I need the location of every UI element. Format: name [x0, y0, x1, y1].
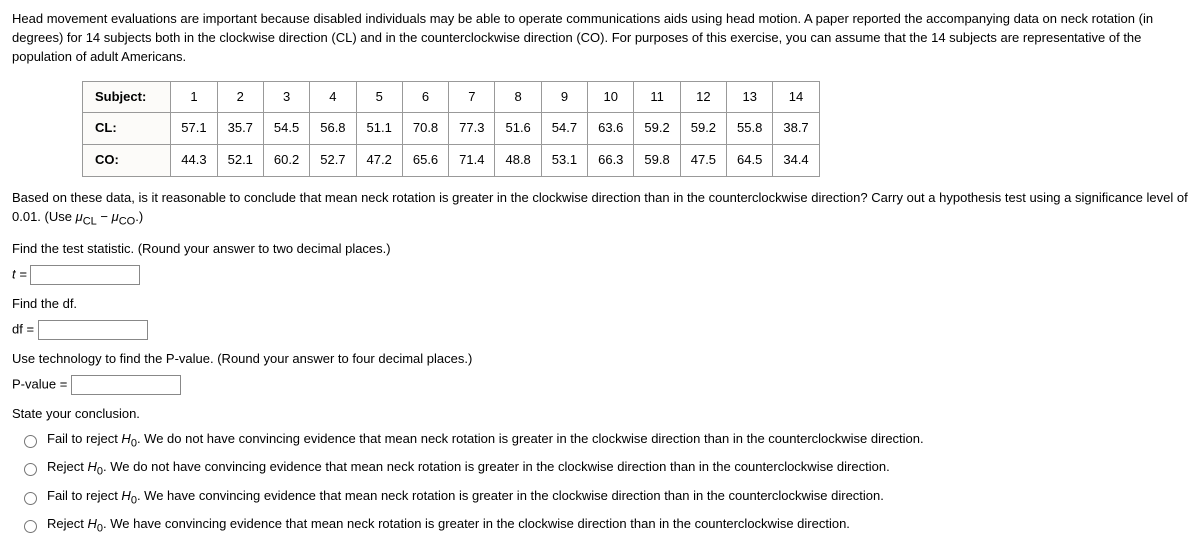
conclusion-choices: Fail to reject H0. We do not have convin…: [24, 430, 1188, 538]
subject-cell: 12: [680, 81, 726, 113]
co-cell: 53.1: [541, 145, 587, 177]
choice-pre: Fail to reject: [47, 488, 121, 503]
find-pvalue-label: Use technology to find the P-value. (Rou…: [12, 350, 1188, 369]
t-input-row: t =: [12, 265, 1188, 285]
subject-cell: 7: [449, 81, 495, 113]
cl-cell: 54.7: [541, 113, 587, 145]
choice-post: . We have convincing evidence that mean …: [103, 516, 850, 531]
t-input[interactable]: [30, 265, 140, 285]
co-label: CO:: [83, 145, 171, 177]
co-cell: 52.1: [217, 145, 263, 177]
co-cell: 34.4: [773, 145, 819, 177]
choice-label: Reject H0. We do not have convincing evi…: [47, 458, 890, 481]
subject-cell: 5: [356, 81, 402, 113]
choice-post: . We have convincing evidence that mean …: [137, 488, 884, 503]
choice-radio-1[interactable]: [24, 463, 37, 476]
co-cell: 64.5: [727, 145, 773, 177]
choice-label: Reject H0. We have convincing evidence t…: [47, 515, 850, 538]
cl-cell: 57.1: [171, 113, 217, 145]
mu-cl-sub: CL: [83, 216, 97, 228]
co-cell: 52.7: [310, 145, 356, 177]
choice-label: Fail to reject H0. We do not have convin…: [47, 430, 924, 453]
subject-cell: 8: [495, 81, 541, 113]
co-cell: 47.5: [680, 145, 726, 177]
df-input[interactable]: [38, 320, 148, 340]
cl-cell: 70.8: [402, 113, 448, 145]
t-label: t =: [12, 267, 30, 282]
subject-cell: 2: [217, 81, 263, 113]
pvalue-input[interactable]: [71, 375, 181, 395]
cl-cell: 51.6: [495, 113, 541, 145]
choice-h: H: [87, 516, 96, 531]
subject-cell: 10: [588, 81, 634, 113]
co-cell: 48.8: [495, 145, 541, 177]
intro-text: Head movement evaluations are important …: [12, 10, 1188, 67]
choice-pre: Fail to reject: [47, 431, 121, 446]
df-input-row: df =: [12, 320, 1188, 340]
mu-co: μ: [112, 209, 119, 224]
find-df-label: Find the df.: [12, 295, 1188, 314]
question-text: Based on these data, is it reasonable to…: [12, 189, 1188, 230]
cl-cell: 54.5: [263, 113, 309, 145]
find-test-statistic-label: Find the test statistic. (Round your ans…: [12, 240, 1188, 259]
cl-cell: 59.2: [634, 113, 680, 145]
co-row: CO: 44.3 52.1 60.2 52.7 47.2 65.6 71.4 4…: [83, 145, 820, 177]
choice-pre: Reject: [47, 516, 87, 531]
subject-cell: 9: [541, 81, 587, 113]
cl-cell: 63.6: [588, 113, 634, 145]
choice-label: Fail to reject H0. We have convincing ev…: [47, 487, 884, 510]
subject-label: Subject:: [83, 81, 171, 113]
data-table: Subject: 1 2 3 4 5 6 7 8 9 10 11 12 13 1…: [82, 81, 820, 178]
choice-post: . We do not have convincing evidence tha…: [103, 459, 890, 474]
choice-pre: Reject: [47, 459, 87, 474]
question-suffix: .): [135, 209, 143, 224]
subject-cell: 4: [310, 81, 356, 113]
cl-cell: 77.3: [449, 113, 495, 145]
choice-row: Reject H0. We have convincing evidence t…: [24, 515, 1188, 538]
subject-cell: 14: [773, 81, 819, 113]
co-cell: 65.6: [402, 145, 448, 177]
choice-radio-0[interactable]: [24, 435, 37, 448]
state-conclusion-label: State your conclusion.: [12, 405, 1188, 424]
choice-radio-2[interactable]: [24, 492, 37, 505]
choice-row: Reject H0. We do not have convincing evi…: [24, 458, 1188, 481]
subject-cell: 6: [402, 81, 448, 113]
cl-cell: 51.1: [356, 113, 402, 145]
cl-cell: 55.8: [727, 113, 773, 145]
cl-cell: 35.7: [217, 113, 263, 145]
question-prefix: Based on these data, is it reasonable to…: [12, 190, 1188, 224]
cl-cell: 59.2: [680, 113, 726, 145]
cl-cell: 56.8: [310, 113, 356, 145]
cl-label: CL:: [83, 113, 171, 145]
mu-co-sub: CO: [119, 216, 136, 228]
choice-row: Fail to reject H0. We have convincing ev…: [24, 487, 1188, 510]
cl-row: CL: 57.1 35.7 54.5 56.8 51.1 70.8 77.3 5…: [83, 113, 820, 145]
data-table-wrapper: Subject: 1 2 3 4 5 6 7 8 9 10 11 12 13 1…: [82, 81, 1188, 178]
co-cell: 71.4: [449, 145, 495, 177]
choice-row: Fail to reject H0. We do not have convin…: [24, 430, 1188, 453]
choice-h: H: [121, 431, 130, 446]
choice-h: H: [121, 488, 130, 503]
co-cell: 59.8: [634, 145, 680, 177]
co-cell: 66.3: [588, 145, 634, 177]
table-header-row: Subject: 1 2 3 4 5 6 7 8 9 10 11 12 13 1…: [83, 81, 820, 113]
minus-sign: −: [97, 209, 112, 224]
choice-radio-3[interactable]: [24, 520, 37, 533]
choice-post: . We do not have convincing evidence tha…: [137, 431, 924, 446]
subject-cell: 11: [634, 81, 680, 113]
co-cell: 47.2: [356, 145, 402, 177]
pvalue-label: P-value =: [12, 376, 71, 391]
choice-h: H: [87, 459, 96, 474]
subject-cell: 3: [263, 81, 309, 113]
subject-cell: 1: [171, 81, 217, 113]
co-cell: 44.3: [171, 145, 217, 177]
subject-cell: 13: [727, 81, 773, 113]
df-label: df =: [12, 322, 38, 337]
co-cell: 60.2: [263, 145, 309, 177]
mu-cl: μ: [76, 209, 83, 224]
pvalue-input-row: P-value =: [12, 375, 1188, 395]
cl-cell: 38.7: [773, 113, 819, 145]
